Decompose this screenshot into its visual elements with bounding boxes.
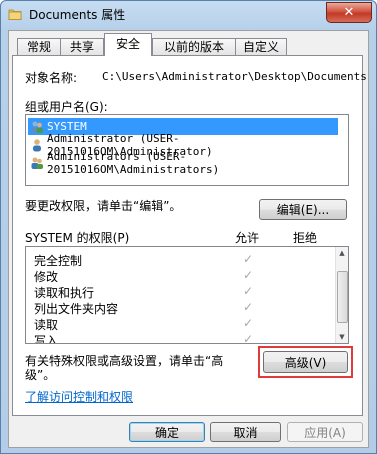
close-icon: ✕: [343, 5, 355, 20]
ok-button-label: 确定: [154, 425, 179, 440]
access-control-link[interactable]: 了解访问控制和权限: [25, 388, 133, 405]
permission-row-read-execute: 读取和执行 ✓: [32, 284, 342, 300]
permission-row-read: 读取 ✓: [32, 316, 342, 332]
permission-name: 完全控制: [34, 254, 83, 268]
permission-row-list-folder: 列出文件夹内容 ✓: [32, 300, 342, 316]
allow-header: 允许: [235, 231, 260, 245]
window-title: Documents 属性: [29, 8, 126, 22]
scroll-down-arrow-icon[interactable]: ▼: [336, 331, 348, 343]
tab-label: 自定义: [242, 40, 279, 54]
tab-previous-versions[interactable]: 以前的版本: [152, 38, 236, 55]
permission-row-modify: 修改 ✓: [32, 268, 342, 284]
object-name-label: 对象名称:: [25, 71, 78, 85]
object-name-value: C:\Users\Administrator\Desktop\Documents: [102, 70, 367, 83]
permission-name: 读取: [34, 318, 59, 332]
cancel-button[interactable]: 取消: [210, 422, 281, 442]
cancel-button-label: 取消: [233, 425, 258, 440]
permission-name: 写入: [34, 334, 59, 344]
tab-label: 以前的版本: [163, 40, 224, 54]
user-group-icon: [31, 157, 43, 169]
allow-check-icon: ✓: [243, 332, 254, 344]
title-bar[interactable]: Documents 属性 ✕: [1, 1, 376, 27]
group-item-administrators[interactable]: Administrators (USER-20151016OM\Administ…: [28, 150, 338, 176]
scrollbar-thumb[interactable]: [337, 271, 348, 323]
permission-name: 读取和执行: [34, 286, 95, 300]
apply-button[interactable]: 应用(A): [287, 422, 363, 442]
user-group-icon: [31, 121, 43, 133]
allow-check-icon: ✓: [243, 316, 254, 330]
apply-button-label: 应用(A): [304, 425, 346, 440]
folder-icon: [8, 9, 22, 20]
permission-name: 列出文件夹内容: [34, 302, 119, 316]
user-icon: [33, 138, 41, 151]
allow-check-icon: ✓: [243, 252, 254, 266]
edit-button-label: 编辑(E)...: [276, 203, 330, 217]
permissions-label: SYSTEM 的权限(P): [25, 231, 130, 245]
permission-name: 修改: [34, 270, 59, 284]
permission-row-write: 写入 ✓: [32, 332, 342, 344]
tab-label: 共享: [69, 40, 94, 54]
deny-header: 拒绝: [293, 231, 318, 245]
permissions-scrollbar[interactable]: ▲ ▼: [335, 247, 348, 343]
dialog-client: 常规 共享 安全 以前的版本 自定义 对象名称: C:\Users\Admini…: [8, 30, 369, 448]
groups-listbox[interactable]: SYSTEM Administrator (USER-20151016OM\Ad…: [25, 114, 349, 186]
ok-button[interactable]: 确定: [129, 422, 205, 442]
edit-button[interactable]: 编辑(E)...: [259, 199, 347, 220]
close-button[interactable]: ✕: [326, 2, 372, 23]
tab-general[interactable]: 常规: [17, 38, 61, 55]
advanced-hint-line2: 级”。: [25, 368, 56, 382]
advanced-button-label: 高级(V): [284, 355, 327, 370]
tab-sharing[interactable]: 共享: [60, 38, 104, 55]
allow-check-icon: ✓: [243, 300, 254, 314]
tab-label: 安全: [115, 37, 140, 51]
security-panel: 对象名称: C:\Users\Administrator\Desktop\Doc…: [12, 55, 367, 416]
advanced-button[interactable]: 高级(V): [263, 351, 348, 373]
tab-customize[interactable]: 自定义: [235, 38, 287, 55]
tab-label: 常规: [26, 40, 51, 54]
properties-window: Documents 属性 ✕ 常规 共享 安全 以前的版本 自定义 对象名称: …: [0, 0, 377, 454]
scroll-up-arrow-icon[interactable]: ▲: [336, 247, 348, 259]
permissions-list[interactable]: 完全控制 ✓ 修改 ✓ 读取和执行 ✓ 列出文件夹内容 ✓ 读取 ✓ 写入 ✓ …: [25, 246, 349, 344]
edit-hint: 要更改权限，请单击“编辑”。: [25, 199, 182, 213]
allow-check-icon: ✓: [243, 268, 254, 282]
tab-security[interactable]: 安全: [104, 33, 152, 56]
groups-label: 组或用户名(G):: [25, 100, 108, 114]
permission-row-full-control: 完全控制 ✓: [32, 252, 342, 268]
allow-check-icon: ✓: [243, 284, 254, 298]
group-item-label: Administrators (USER-20151016OM\Administ…: [47, 149, 220, 176]
